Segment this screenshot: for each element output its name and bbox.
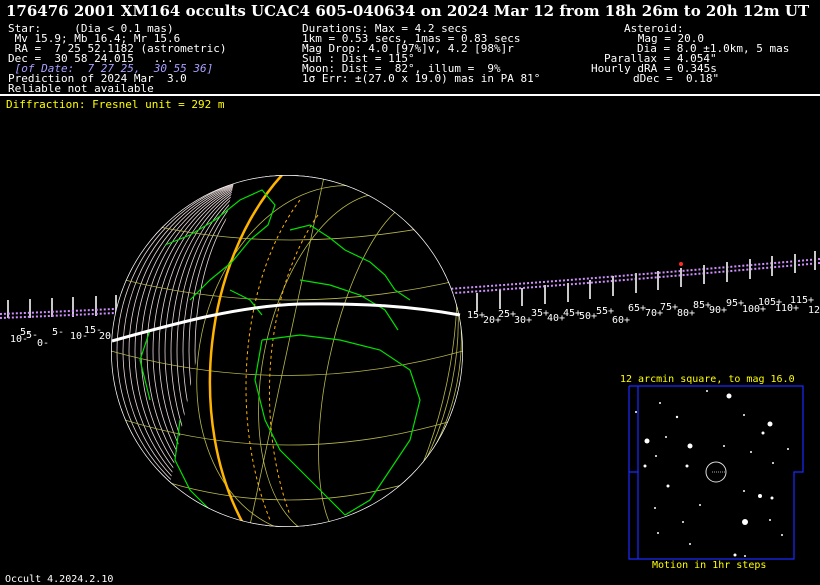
red-marker xyxy=(679,262,683,266)
tick-label: 50+ xyxy=(579,311,597,322)
star-chart-caption: Motion in 1hr steps xyxy=(652,560,767,571)
stars xyxy=(635,390,789,557)
tick-label: 60+ xyxy=(612,315,630,326)
tick-labels-left: 5- 5- 10- 15- 20 10- 5- 0- xyxy=(10,325,111,349)
occultation-map: 5- 5- 10- 15- 20 10- 5- 0- 15+ 20+ 25+ 3… xyxy=(0,175,820,560)
tick-label: 20 xyxy=(99,331,111,342)
globe xyxy=(111,175,463,527)
star-chart xyxy=(628,385,804,560)
tick-label: 5- xyxy=(52,327,64,338)
tick-label: 65+ xyxy=(628,303,646,314)
tick-label: 75+ xyxy=(660,302,678,313)
star-chart-title: 12 arcmin square, to mag 16.0 xyxy=(620,374,795,385)
version-label: Occult 4.2024.2.10 xyxy=(5,574,114,585)
tick-label: 30+ xyxy=(514,315,532,326)
tick-label: 0- xyxy=(37,338,49,349)
tick-labels-right: 15+ 20+ 25+ 30+ 35+ 40+ 45+ 50+ 55+ 60+ … xyxy=(467,295,820,326)
tick-label: 90+ xyxy=(709,305,727,316)
tick-label: 120 xyxy=(808,305,820,316)
